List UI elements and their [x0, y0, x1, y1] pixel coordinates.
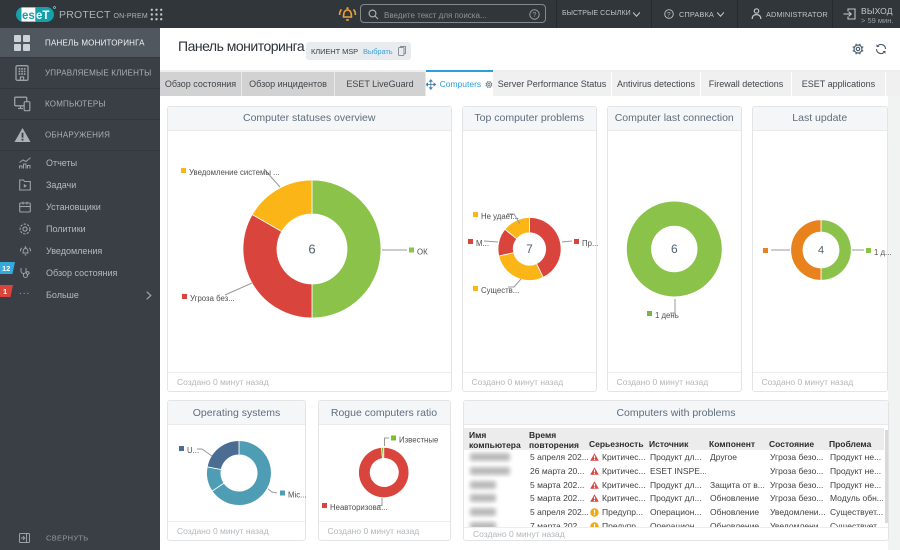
svg-text:7: 7: [526, 242, 533, 256]
svg-text:Уведомление системы ...: Уведомление системы ...: [189, 168, 280, 177]
svg-text:Существ...: Существ...: [481, 286, 519, 295]
svg-text:6: 6: [671, 242, 678, 256]
svg-text:4: 4: [818, 245, 824, 257]
svg-text:Не удает...: Не удает...: [481, 212, 519, 221]
svg-text:eT: eT: [36, 10, 49, 22]
svg-text:1 д...: 1 д...: [874, 248, 892, 257]
svg-text:?: ?: [667, 11, 671, 18]
svg-text:1 день: 1 день: [655, 311, 679, 320]
svg-text:6: 6: [308, 242, 315, 257]
svg-text:Угроза без...: Угроза без...: [190, 294, 235, 303]
svg-text:?: ?: [532, 10, 536, 19]
svg-text:ОК: ОК: [417, 248, 428, 257]
svg-text:Известные: Известные: [399, 436, 438, 445]
svg-text:es: es: [22, 10, 35, 22]
svg-text:М...: М...: [476, 239, 489, 248]
svg-text:U...: U...: [187, 446, 199, 455]
svg-text:Mic...: Mic...: [288, 491, 307, 500]
svg-text:Пр...: Пр...: [582, 239, 598, 248]
svg-text:Неавторизова...: Неавторизова...: [330, 503, 388, 512]
